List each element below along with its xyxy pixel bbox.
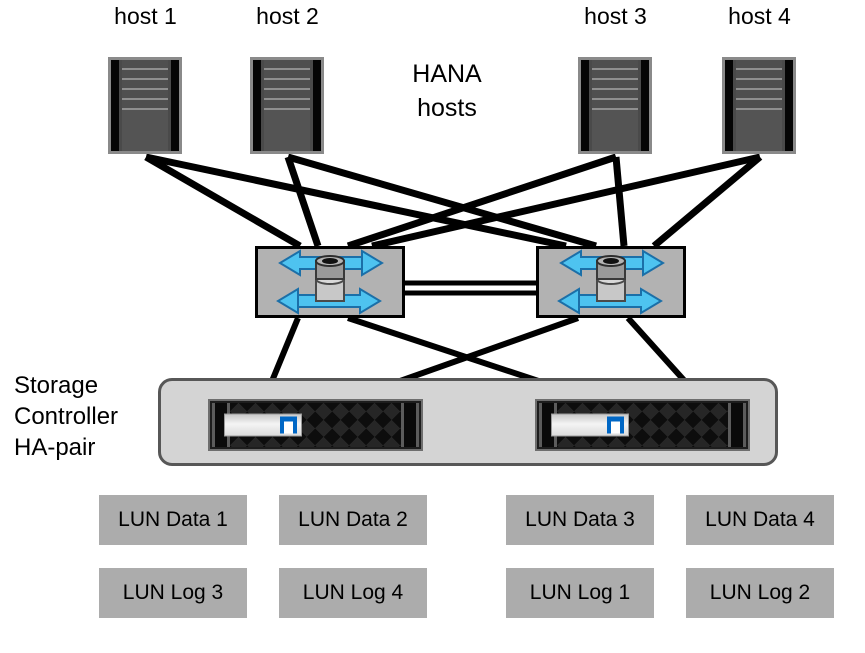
host-3-label: host 3 [584, 3, 647, 29]
storage-controller-1[interactable] [208, 399, 423, 451]
lun-box-log-3[interactable]: LUN Log 3 [99, 568, 247, 618]
hana-hosts-caption-line-2: hosts [417, 93, 477, 122]
server-slot [736, 80, 782, 90]
server-slot [592, 70, 638, 80]
network-switch-icon[interactable] [536, 246, 686, 318]
netapp-logo-icon [607, 416, 624, 434]
server-slot [736, 100, 782, 110]
server-blank-panel [122, 110, 168, 151]
server-tower-icon[interactable] [108, 57, 182, 154]
lun-box-data-2[interactable]: LUN Data 2 [279, 495, 427, 545]
server-front-face [736, 60, 782, 151]
controller-name-plate [551, 413, 629, 437]
server-slot [592, 100, 638, 110]
server-rail-left [581, 60, 589, 151]
server-tower-chassis [253, 60, 321, 151]
host-1-label: host 1 [114, 3, 177, 29]
server-slot [592, 80, 638, 90]
hana-hosts-caption: HANA hosts [382, 58, 512, 126]
server-tower-icon[interactable] [722, 57, 796, 154]
server-tower-chassis [725, 60, 793, 151]
netapp-logo-icon [280, 416, 297, 434]
hana-hosts-caption-line-1: HANA [412, 60, 482, 88]
host-to-switch-links [144, 153, 763, 250]
controller-bezel-right [728, 403, 746, 447]
switch-arrow-upper-head [642, 249, 665, 277]
switch-core-cylinder [596, 255, 626, 302]
server-slot [736, 90, 782, 100]
host-to-switch-link [371, 153, 761, 250]
switch-arrow-upper-head [361, 249, 384, 277]
storage-controller-2[interactable] [535, 399, 750, 451]
server-blank-panel [264, 110, 310, 151]
storage-controller-label-line-2: Controller [14, 403, 119, 431]
server-slot [122, 70, 168, 80]
storage-controller-label-line-3: HA-pair [14, 434, 96, 462]
server-tower-chassis [581, 60, 649, 151]
diagram-canvas: host 1 host 2 host 3 host 4 HANA hosts S… [0, 0, 865, 653]
host-to-switch-link [651, 154, 763, 249]
controller-name-plate [224, 413, 302, 437]
server-rail-left [253, 60, 261, 151]
server-rail-left [725, 60, 733, 151]
server-slot [264, 60, 310, 70]
server-slot [592, 60, 638, 70]
server-slot [264, 90, 310, 100]
server-slot [264, 100, 310, 110]
storage-controller-label-line-1: Storage [14, 372, 99, 399]
lun-box-data-3[interactable]: LUN Data 3 [506, 495, 654, 545]
server-slot [122, 100, 168, 110]
server-blank-panel [736, 110, 782, 151]
server-blank-panel [592, 110, 638, 151]
lun-box-log-1[interactable]: LUN Log 1 [506, 568, 654, 618]
server-front-face [122, 60, 168, 151]
host-to-switch-link [346, 153, 618, 250]
lun-box-data-1[interactable]: LUN Data 1 [99, 495, 247, 545]
storage-controller-label: Storage Controller HA-pair [14, 370, 154, 464]
network-switch-icon[interactable] [255, 246, 405, 318]
server-rail-right [171, 60, 179, 151]
server-rail-left [111, 60, 119, 151]
server-tower-icon[interactable] [578, 57, 652, 154]
server-slot [122, 80, 168, 90]
host-2-label: host 2 [256, 3, 319, 29]
storage-ha-pair-enclosure[interactable] [158, 378, 778, 466]
server-front-face [264, 60, 310, 151]
switch-core-cylinder [315, 255, 345, 302]
server-rail-right [785, 60, 793, 151]
lun-box-data-4[interactable]: LUN Data 4 [686, 495, 834, 545]
server-slot [592, 90, 638, 100]
server-tower-chassis [111, 60, 179, 151]
host-to-switch-link [145, 153, 567, 250]
switch-arrow-lower-head [276, 287, 299, 315]
controller-bezel-right [401, 403, 419, 447]
host-4-label: host 4 [728, 3, 791, 29]
server-slot [264, 70, 310, 80]
server-slot [122, 90, 168, 100]
inter-switch-links [405, 280, 536, 296]
lun-box-log-4[interactable]: LUN Log 4 [279, 568, 427, 618]
server-slot [736, 70, 782, 80]
switch-arrow-lower-head [557, 287, 580, 315]
server-slot [264, 80, 310, 90]
host-to-switch-link [284, 155, 322, 248]
server-rail-right [313, 60, 321, 151]
host-to-switch-link [287, 153, 597, 250]
host-to-switch-link [144, 153, 302, 250]
host-to-switch-link [612, 156, 628, 247]
lun-box-log-2[interactable]: LUN Log 2 [686, 568, 834, 618]
server-tower-icon[interactable] [250, 57, 324, 154]
server-slot [736, 60, 782, 70]
server-front-face [592, 60, 638, 151]
server-slot [122, 60, 168, 70]
server-rail-right [641, 60, 649, 151]
